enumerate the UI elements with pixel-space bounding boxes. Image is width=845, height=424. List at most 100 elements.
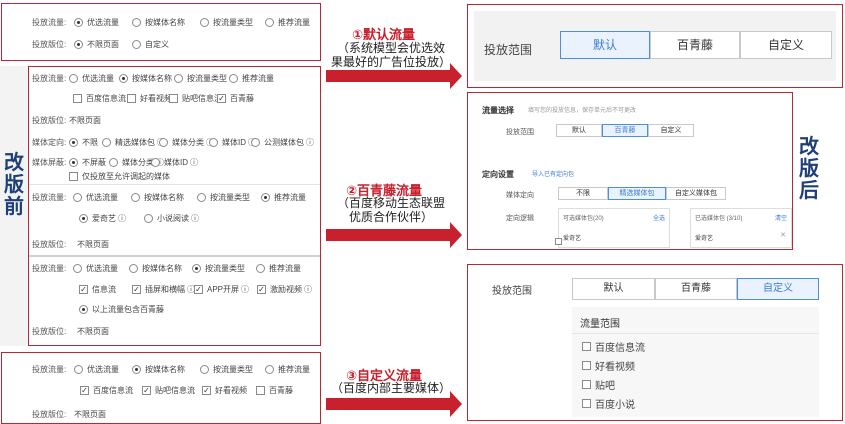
close-icon[interactable]: ✕ (780, 231, 786, 239)
opt-block-id[interactable]: 媒体ID ⓘ (151, 157, 198, 168)
check-baidu-feed[interactable]: 百度信息流 (582, 339, 645, 354)
opt-by-media[interactable]: 按媒体名称 (119, 73, 172, 84)
traffic-label: 投放流量: (32, 365, 67, 374)
after-label: 改版后 (799, 136, 819, 202)
opt-preferred[interactable]: 优选流量 (74, 17, 119, 28)
checkbox-icon (582, 380, 591, 389)
placement-label: 投放版位: (32, 240, 67, 249)
check-baiqingteng[interactable]: 百青藤 (256, 385, 293, 396)
tab-baiqingteng[interactable]: 百青藤 (650, 31, 740, 59)
check-baidu-feed[interactable]: ✓ 百度信息流 (80, 385, 133, 396)
checkbox-icon: ✓ (202, 386, 211, 395)
radio-icon (209, 138, 218, 147)
opt-by-type[interactable]: 按流量类型 (200, 364, 253, 375)
opt-target-beta[interactable]: 公测媒体包 ⓘ (251, 137, 314, 148)
check-baidu-feed[interactable]: 百度信息流 (73, 93, 126, 104)
opt-target-pack[interactable]: 精选媒体包ⓘ (102, 137, 165, 148)
radio-icon (132, 365, 141, 374)
check-novel[interactable]: 百度小说 (582, 396, 635, 411)
tab-target-any[interactable]: 不限 (558, 187, 608, 200)
opt-target-category[interactable]: 媒体分类ⓘ (159, 137, 214, 148)
radio-icon (74, 18, 83, 27)
radio-icon (151, 158, 160, 167)
opt-preferred[interactable]: 优选流量 (74, 364, 119, 375)
radio-icon (69, 138, 78, 147)
radio-icon (102, 138, 111, 147)
radio-icon (69, 158, 78, 167)
checkbox-icon (127, 94, 136, 103)
opt-recommended[interactable]: 推荐流量 (261, 192, 306, 203)
radio-icon (109, 158, 118, 167)
tab-default[interactable]: 默认 (572, 278, 655, 300)
check-allow-launch[interactable]: 仅投放至允许调起的媒体 (69, 171, 170, 182)
tab-custom[interactable]: 自定义 (648, 124, 694, 137)
tab-target-custom[interactable]: 自定义媒体包 (666, 187, 726, 200)
tab-custom[interactable]: 自定义 (740, 31, 832, 59)
opt-by-type[interactable]: 按流量类型 (174, 73, 227, 84)
radio-icon (74, 40, 83, 49)
media-target-label: 媒体定向 (506, 192, 534, 199)
checkbox-icon (73, 94, 82, 103)
opt-preferred[interactable]: 优选流量 (73, 192, 118, 203)
opt-include-bqt[interactable]: 以上流量包含百青藤 (79, 304, 164, 315)
callout-1-sub2: 果最好的广告位投放） (330, 55, 451, 69)
list-item[interactable]: 爱奇艺 (563, 233, 581, 242)
opt-preferred[interactable]: 优选流量 (69, 73, 114, 84)
check-interstitial[interactable]: ✓ 插屏和横幅 ⓘ (132, 284, 195, 295)
opt-block-none[interactable]: 不屏蔽 (69, 157, 106, 168)
traffic-label: 投放流量: (32, 18, 67, 27)
opt-by-media[interactable]: 按媒体名称 (131, 192, 184, 203)
check-haokan[interactable]: 好看视频 (582, 358, 635, 373)
check-baiqingteng[interactable]: ✓ 百青藤 (217, 93, 254, 104)
traffic-scope-title: 流量范围 (580, 319, 620, 330)
check-reward[interactable]: ✓ 激励视频 ⓘ (257, 284, 312, 295)
checkbox-icon: ✓ (80, 386, 89, 395)
opt-preferred[interactable]: 优选流量 (73, 263, 118, 274)
radio-icon (200, 18, 209, 27)
opt-recommended[interactable]: 推荐流量 (265, 17, 310, 28)
opt-recommended[interactable]: 推荐流量 (256, 263, 301, 274)
check-tieba[interactable]: 贴吧信息流 (169, 93, 222, 104)
clear-link[interactable]: 清空 (775, 213, 787, 222)
new-panel-baiqingteng: 流量选择 填写您的投放信息，保存单元后不可更改 投放范围 默认 百青藤 自定义 … (467, 92, 793, 250)
tab-baiqingteng[interactable]: 百青藤 (602, 124, 648, 137)
selected-title: 已选媒体包 (3/10) (695, 216, 743, 222)
opt-iqiyi[interactable]: 爱奇艺 ⓘ (79, 213, 126, 224)
opt-target-id[interactable]: 媒体IDⓘ (209, 137, 256, 148)
check-splash[interactable]: ✓ APP开屏 ⓘ (194, 284, 249, 295)
checkbox-icon (582, 399, 591, 408)
opt-no-limit[interactable]: 不限页面 (74, 39, 119, 50)
opt-by-type[interactable]: 按流量类型 (197, 192, 250, 203)
opt-recommended[interactable]: 推荐流量 (229, 73, 274, 84)
opt-by-type[interactable]: 按流量类型 (200, 17, 253, 28)
tab-target-pack[interactable]: 精选媒体包 (608, 187, 666, 200)
checkbox-icon (582, 361, 591, 370)
tab-baiqingteng[interactable]: 百青藤 (655, 278, 737, 300)
scope-label: 投放范围 (492, 286, 532, 297)
import-link[interactable]: 导入已有定向包 (532, 169, 574, 178)
opt-by-type[interactable]: 按流量类型 (192, 263, 245, 274)
tab-default[interactable]: 默认 (560, 31, 650, 59)
media-target-label: 媒体定向: (32, 138, 67, 147)
section-traffic: 流量选择 (482, 106, 514, 115)
placement-label: 投放版位: (32, 327, 67, 336)
check-tieba[interactable]: ✓ 贴吧信息流 (142, 385, 195, 396)
radio-icon (192, 264, 201, 273)
opt-novel[interactable]: 小说阅读 ⓘ (144, 213, 199, 224)
tab-default[interactable]: 默认 (556, 124, 602, 137)
check-feed[interactable]: ✓ 信息流 (79, 284, 116, 295)
opt-target-any[interactable]: 不限 (69, 137, 98, 148)
check-haokan[interactable]: ✓ 好看视频 (202, 385, 247, 396)
checkbox-icon: ✓ (132, 285, 141, 294)
opt-by-media[interactable]: 按媒体名称 (132, 364, 185, 375)
opt-by-media[interactable]: 按媒体名称 (129, 263, 182, 274)
opt-custom[interactable]: 自定义 (132, 39, 169, 50)
select-all-link[interactable]: 全选 (653, 213, 665, 222)
tab-custom[interactable]: 自定义 (737, 278, 819, 300)
opt-by-media[interactable]: 按媒体名称 (132, 17, 185, 28)
checkbox-icon[interactable] (555, 238, 562, 245)
opt-recommended[interactable]: 推荐流量 (265, 364, 310, 375)
placement-value: 不限页面 (77, 240, 109, 249)
check-tieba[interactable]: 贴吧 (582, 377, 615, 392)
check-haokan[interactable]: 好看视频 (127, 93, 172, 104)
